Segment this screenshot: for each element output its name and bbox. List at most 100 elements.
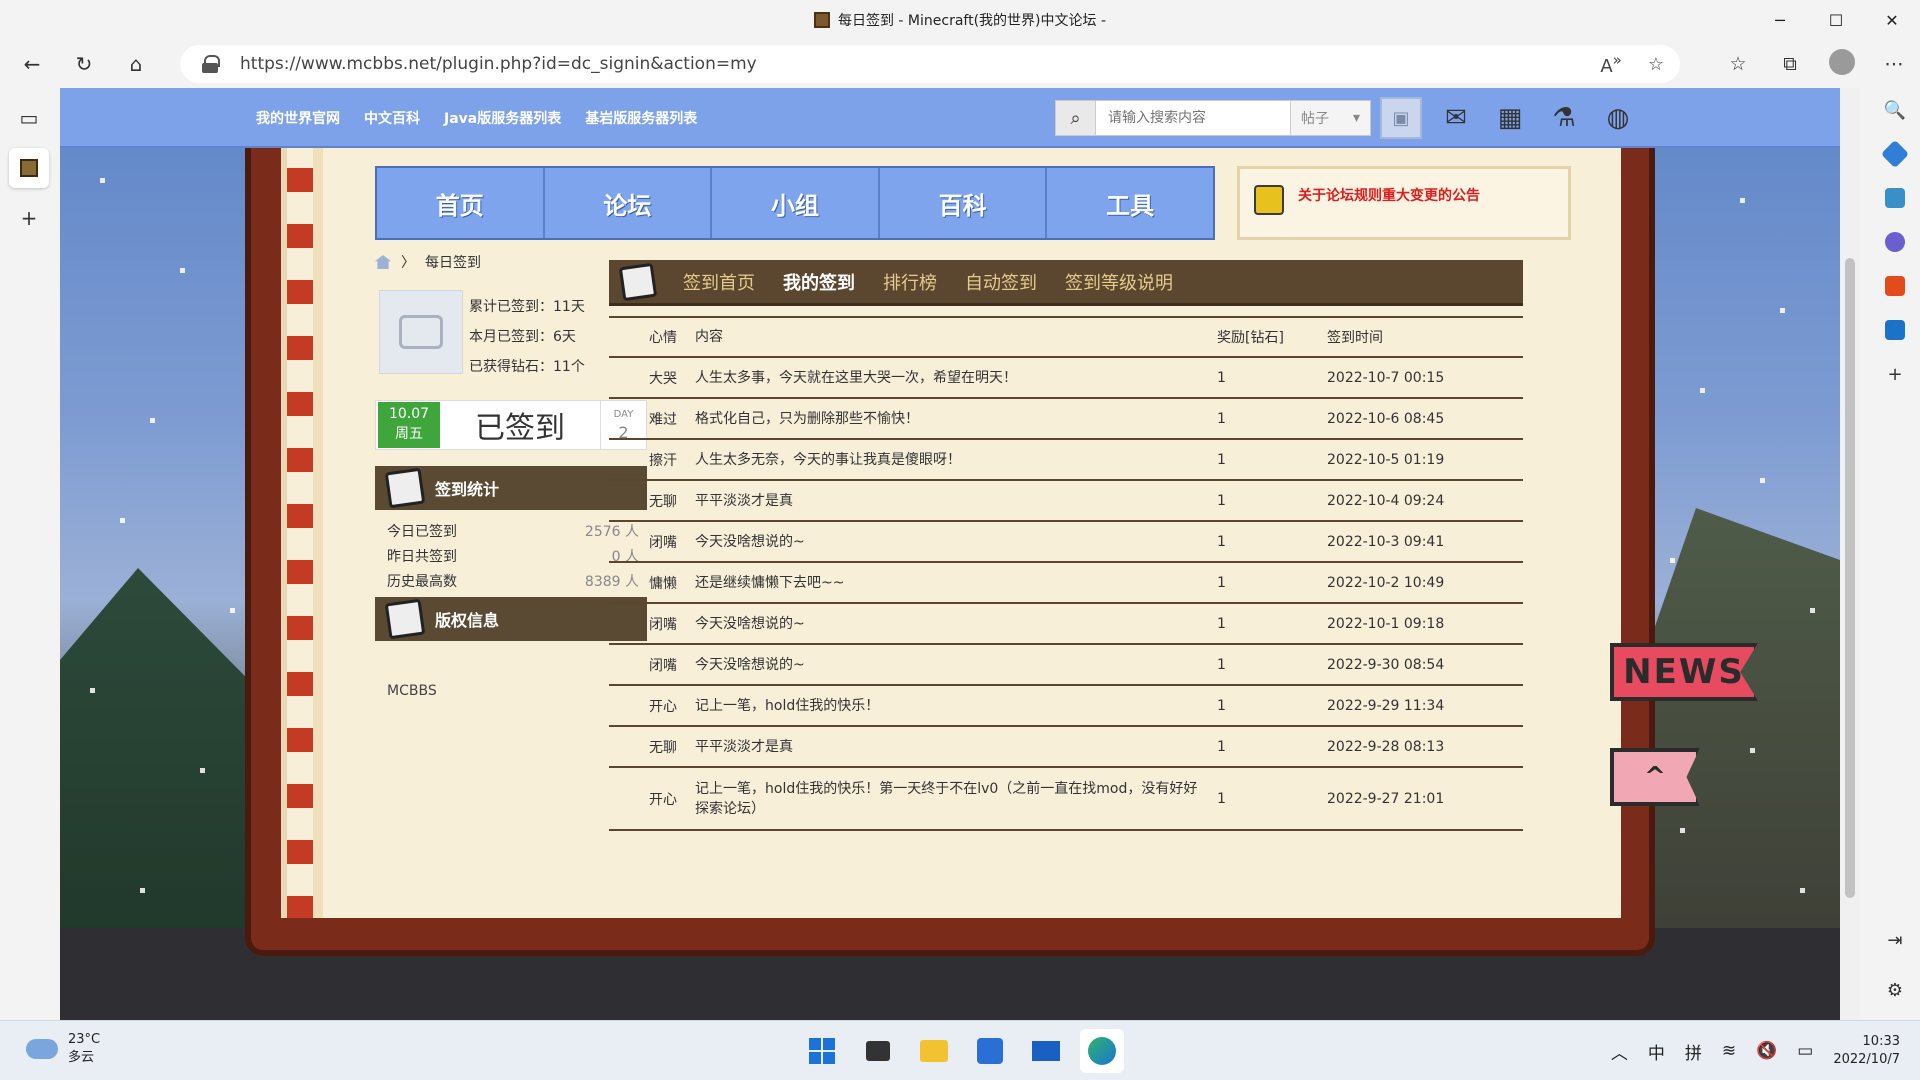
message-envelope-icon[interactable]: ✉ — [1436, 98, 1476, 138]
link-wiki[interactable]: 中文百科 — [364, 108, 420, 128]
refresh-button[interactable]: ↻ — [64, 44, 104, 84]
chevron-up-icon[interactable]: ︿ — [1611, 1039, 1628, 1064]
office-icon[interactable] — [1870, 264, 1920, 308]
mail-button[interactable] — [1024, 1029, 1068, 1073]
address-bar[interactable]: https://www.mcbbs.net/plugin.php?id=dc_s… — [180, 45, 1680, 83]
favorites-icon[interactable]: ☆ — [1712, 53, 1764, 75]
main-nav: 首页 论坛 小组 百科 工具 — [375, 166, 1215, 240]
profile-icon[interactable] — [1816, 48, 1868, 80]
table-row: 闭嘴 今天没啥想说的~ 1 2022-10-1 09:18 — [609, 603, 1523, 645]
table-row: 无聊 平平淡淡才是真 1 2022-10-4 09:24 — [609, 480, 1523, 522]
scrollbar-thumb[interactable] — [1845, 258, 1855, 898]
lock-icon[interactable] — [202, 55, 220, 73]
ime-language[interactable]: 中 — [1648, 1039, 1665, 1064]
snowflake — [200, 768, 205, 773]
snowflake — [90, 688, 95, 693]
home-icon[interactable] — [375, 255, 391, 269]
cell-mood: 无聊 — [609, 726, 695, 768]
weather-widget[interactable]: 23°C 多云 — [26, 1031, 100, 1067]
maximize-button[interactable]: ☐ — [1808, 0, 1864, 40]
task-view-icon — [866, 1041, 890, 1061]
close-button[interactable]: ✕ — [1864, 0, 1920, 40]
collections-icon[interactable]: ⧉ — [1764, 53, 1816, 75]
tab-actions-icon[interactable]: ▭ — [9, 98, 49, 138]
breadcrumb-separator: 〉 — [401, 255, 415, 271]
favorite-add-icon[interactable]: ☆ — [1648, 54, 1664, 75]
folder-icon — [920, 1040, 948, 1062]
task-view-button[interactable] — [856, 1029, 900, 1073]
add-sidebar-app-icon[interactable]: + — [1870, 352, 1920, 396]
sign-log-table: 心情 内容 奖励[钻石] 签到时间 大哭 人生太多事，今天就在这里大哭一次，希望在… — [609, 316, 1523, 831]
user-avatar-icon[interactable]: ▣ — [1380, 97, 1422, 139]
nav-home[interactable]: 首页 — [377, 168, 545, 238]
tab-auto-sign[interactable]: 自动签到 — [965, 269, 1037, 295]
search-icon[interactable]: ⌕ — [1056, 101, 1096, 135]
cookie-menu-icon[interactable]: ◍ — [1598, 98, 1638, 138]
window-controls: ─ ☐ ✕ — [1752, 0, 1920, 40]
announcement-link[interactable]: 关于论坛规则重大变更的公告 — [1298, 185, 1480, 205]
outlook-icon[interactable] — [1870, 308, 1920, 352]
site-links: 我的世界官网 中文百科 Java版服务器列表 基岩版服务器列表 — [256, 88, 697, 148]
table-row: 开心 记上一笔，hold住我的快乐！ 1 2022-9-29 11:34 — [609, 685, 1523, 727]
store-button[interactable] — [968, 1029, 1012, 1073]
volume-muted-icon[interactable]: 🔇 — [1756, 1041, 1777, 1061]
link-bedrock-servers[interactable]: 基岩版服务器列表 — [585, 108, 697, 128]
link-java-servers[interactable]: Java版服务器列表 — [444, 108, 561, 128]
cell-mood: 无聊 — [609, 480, 695, 522]
wifi-icon[interactable]: ≋ — [1722, 1041, 1736, 1061]
clock[interactable]: 10:33 2022/10/7 — [1833, 1033, 1900, 1069]
tab-sign-home[interactable]: 签到首页 — [683, 269, 755, 295]
back-to-top-button[interactable]: ^ — [1610, 748, 1700, 806]
start-button[interactable] — [800, 1029, 844, 1073]
toolbar-right: ☆ ⧉ ⋯ — [1712, 40, 1920, 88]
games-icon[interactable] — [1870, 220, 1920, 264]
snowflake — [1800, 888, 1805, 893]
tab-level-info[interactable]: 签到等级说明 — [1065, 269, 1173, 295]
nav-groups[interactable]: 小组 — [712, 168, 880, 238]
tab-leaderboard[interactable]: 排行榜 — [883, 269, 937, 295]
search-type-select[interactable]: 帖子 ▾ — [1290, 101, 1370, 135]
emblem-icon — [384, 467, 426, 509]
search-icon[interactable]: 🔍 — [1870, 88, 1920, 132]
address-url[interactable]: https://www.mcbbs.net/plugin.php?id=dc_s… — [240, 54, 757, 74]
page-scrollbar[interactable] — [1840, 88, 1860, 1020]
cell-content: 记上一笔，hold住我的快乐！ — [695, 685, 1217, 727]
tab-mcbbs[interactable] — [9, 148, 49, 188]
home-button[interactable]: ⌂ — [116, 44, 156, 84]
link-minecraft-official[interactable]: 我的世界官网 — [256, 108, 340, 128]
news-flag-button[interactable]: NEWS — [1610, 643, 1758, 701]
nav-tools[interactable]: 工具 — [1047, 168, 1213, 238]
hide-sidebar-icon[interactable]: ⇥ — [1870, 918, 1920, 962]
back-button[interactable]: ← — [12, 44, 52, 84]
taskbar: 23°C 多云 ︿ 中 拼 ≋ 🔇 ▭ 10:33 2022/10/7 — [0, 1020, 1920, 1080]
nav-wiki[interactable]: 百科 — [880, 168, 1048, 238]
notification-potion-icon[interactable]: ⚗ — [1544, 98, 1584, 138]
snowflake — [1680, 828, 1685, 833]
more-icon[interactable]: ⋯ — [1868, 53, 1920, 75]
search-type-value: 帖子 — [1301, 111, 1329, 127]
cell-mood: 开心 — [609, 767, 695, 831]
system-tray: ︿ 中 拼 ≋ 🔇 ▭ 10:33 2022/10/7 — [1611, 1029, 1900, 1073]
ime-mode[interactable]: 拼 — [1685, 1039, 1702, 1064]
avatar[interactable] — [379, 290, 463, 374]
minimize-button[interactable]: ─ — [1752, 0, 1808, 40]
inventory-box-icon[interactable]: ▦ — [1490, 98, 1530, 138]
store-icon — [977, 1038, 1003, 1064]
read-aloud-icon[interactable]: A» — [1600, 51, 1622, 77]
edge-button[interactable] — [1080, 1029, 1124, 1073]
search-input[interactable] — [1096, 101, 1290, 135]
file-explorer-button[interactable] — [912, 1029, 956, 1073]
new-tab-button[interactable]: + — [9, 198, 49, 238]
snowflake — [1760, 478, 1765, 483]
book-frame: 首页 论坛 小组 百科 工具 关于论坛规则重大变更的公告 〉 每日签到 累计已签… — [245, 148, 1655, 956]
breadcrumb-current[interactable]: 每日签到 — [425, 252, 481, 272]
battery-icon[interactable]: ▭ — [1797, 1041, 1813, 1061]
shopping-tag-icon[interactable] — [1870, 132, 1920, 176]
weather-desc: 多云 — [68, 1050, 95, 1065]
nav-forum[interactable]: 论坛 — [545, 168, 713, 238]
tab-my-sign[interactable]: 我的签到 — [783, 269, 855, 295]
settings-gear-icon[interactable]: ⚙ — [1870, 968, 1920, 1012]
tools-icon[interactable] — [1870, 176, 1920, 220]
speaker-icon — [1254, 185, 1284, 215]
snowflake — [1780, 308, 1785, 313]
